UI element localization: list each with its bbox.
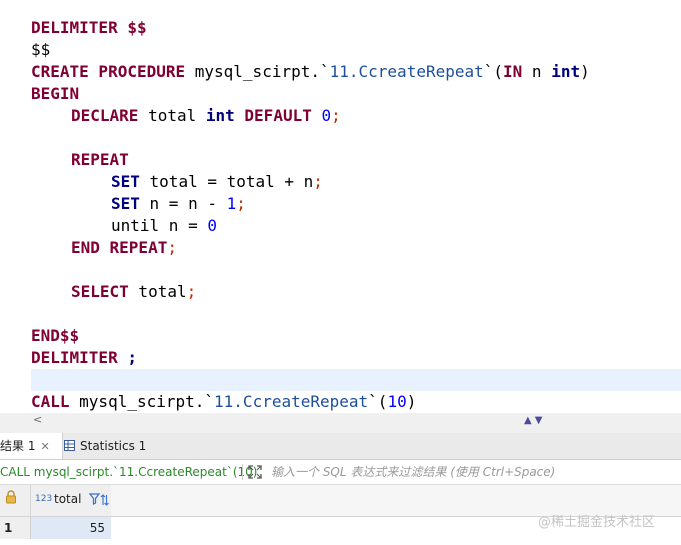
code-line-4: BEGIN — [31, 84, 80, 103]
code-line-6: REPEAT — [71, 150, 129, 169]
table-grid-icon — [64, 440, 75, 451]
tab-results-1[interactable]: 结果 1 ✕ — [0, 433, 63, 459]
results-tab-bar: 结果 1 ✕ Statistics 1 — [0, 433, 681, 460]
filter-sort-icon[interactable] — [89, 492, 109, 508]
horizontal-scrollbar[interactable]: < ▲▼ — [0, 413, 681, 433]
tab-statistics-label: Statistics 1 — [80, 439, 147, 453]
code-line-14: CALL mysql_scirpt.`11.CcreateRepeat`(10) — [31, 392, 417, 411]
filter-separator — [242, 464, 243, 480]
watermark: @稀土掘金技术社区 — [538, 515, 656, 530]
column-name: total — [54, 492, 82, 506]
panel-toggle-arrows-icon[interactable]: ▲▼ — [524, 415, 545, 426]
row-number[interactable]: 1 — [0, 517, 31, 539]
code-line-2: $$ — [31, 40, 51, 59]
code-line-11: SELECT total; — [71, 282, 197, 301]
table-cell-total[interactable]: 55 — [31, 517, 111, 539]
tab-results-label: 结果 1 — [0, 439, 36, 453]
close-icon[interactable]: ✕ — [40, 440, 49, 453]
code-line-3: CREATE PROCEDURE mysql_scirpt.`11.Ccreat… — [31, 62, 590, 81]
code-line-12: END$$ — [31, 326, 80, 345]
result-filter-bar: CALL mysql_scirpt.`11.CcreateRepeat`(10)… — [0, 460, 681, 485]
current-line-highlight — [31, 369, 681, 391]
scroll-left-icon[interactable]: < — [33, 413, 42, 426]
code-line-7: SET total = total + n; — [111, 172, 323, 191]
lock-icon — [6, 490, 16, 504]
column-header-total[interactable]: 123 total — [31, 485, 111, 517]
code-line-13: DELIMITER ; — [31, 348, 137, 367]
executed-query-text: CALL mysql_scirpt.`11.CcreateRepeat`(10) — [0, 465, 258, 479]
code-line-9: until n = 0 — [111, 216, 217, 235]
grid-corner[interactable] — [0, 485, 31, 517]
filter-input[interactable]: 输入一个 SQL 表达式来过滤结果 (使用 Ctrl+Space) — [271, 460, 555, 484]
code-line-8: SET n = n - 1; — [111, 194, 246, 213]
sql-editor[interactable]: DELIMITER $$ $$ CREATE PROCEDURE mysql_s… — [0, 0, 681, 413]
expand-filter-icon[interactable] — [248, 465, 262, 479]
code-line-5: DECLARE total int DEFAULT 0; — [71, 106, 341, 125]
code-line-1: DELIMITER $$ — [31, 18, 147, 37]
tab-statistics-1[interactable]: Statistics 1 — [64, 433, 168, 459]
numeric-type-icon: 123 — [35, 494, 53, 504]
code-line-10: END REPEAT; — [71, 238, 177, 257]
